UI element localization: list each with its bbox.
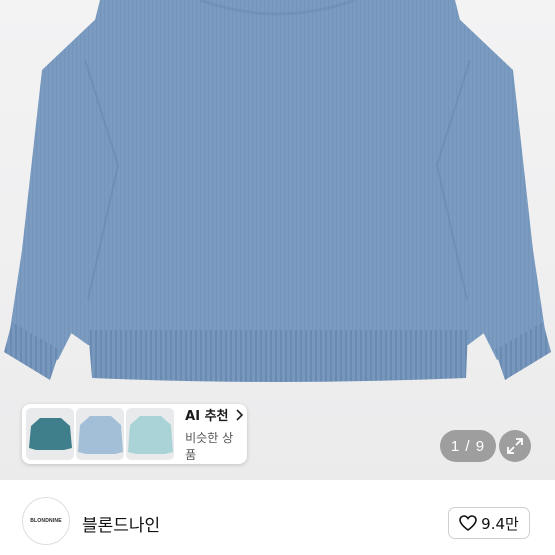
like-count: 9.4만 bbox=[481, 514, 519, 533]
expand-arrows-icon bbox=[507, 438, 523, 454]
recommend-thumb-3[interactable] bbox=[126, 408, 175, 460]
like-button[interactable]: 9.4만 bbox=[448, 507, 530, 539]
recommend-thumb-1[interactable] bbox=[26, 408, 75, 460]
recommend-thumb-2[interactable] bbox=[76, 408, 125, 460]
store-name[interactable]: 블론드나인 bbox=[82, 511, 160, 536]
ai-recommend-text: AI 추천 비슷한 상품 bbox=[185, 405, 243, 463]
gallery-page-counter: 1 / 9 bbox=[440, 430, 496, 462]
ai-recommend-title: AI 추천 bbox=[185, 409, 229, 424]
ai-recommend-card[interactable]: AI 추천 비슷한 상품 bbox=[22, 404, 247, 464]
store-logo[interactable]: BLONDNINE bbox=[22, 497, 70, 545]
heart-outline-icon bbox=[459, 515, 477, 531]
ai-recommend-subtitle: 비슷한 상품 bbox=[185, 431, 234, 462]
chevron-right-icon bbox=[235, 408, 243, 421]
expand-button[interactable] bbox=[499, 430, 531, 462]
